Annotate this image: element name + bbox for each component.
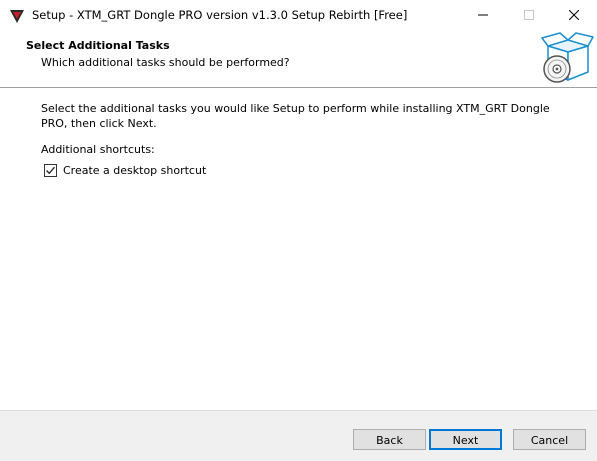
cancel-button[interactable]: Cancel bbox=[513, 429, 586, 450]
title-bar[interactable]: Setup - XTM_GRT Dongle PRO version v1.3.… bbox=[0, 0, 597, 30]
maximize-button[interactable] bbox=[506, 0, 552, 30]
checkbox-label[interactable]: Create a desktop shortcut bbox=[63, 164, 206, 177]
close-button[interactable] bbox=[551, 0, 597, 30]
wizard-content: Select the additional tasks you would li… bbox=[0, 89, 597, 410]
checkbox-box[interactable] bbox=[44, 164, 57, 177]
wizard-footer: Back Next Cancel bbox=[0, 411, 597, 461]
task-description: Select the additional tasks you would li… bbox=[41, 102, 550, 130]
section-label-shortcuts: Additional shortcuts: bbox=[41, 143, 155, 156]
page-title: Select Additional Tasks bbox=[26, 39, 170, 52]
back-button[interactable]: Back bbox=[353, 429, 426, 450]
close-icon bbox=[569, 10, 579, 20]
minimize-button[interactable] bbox=[460, 0, 506, 30]
setup-window: Setup - XTM_GRT Dongle PRO version v1.3.… bbox=[0, 0, 597, 461]
minimize-icon bbox=[478, 14, 488, 16]
page-subtitle: Which additional tasks should be perform… bbox=[41, 56, 290, 69]
maximize-icon bbox=[524, 10, 534, 20]
app-icon bbox=[10, 10, 24, 23]
window-title: Setup - XTM_GRT Dongle PRO version v1.3.… bbox=[32, 8, 408, 22]
checkmark-icon bbox=[46, 166, 55, 175]
wizard-header: Select Additional Tasks Which additional… bbox=[0, 30, 597, 87]
next-button[interactable]: Next bbox=[429, 429, 502, 450]
setup-box-disc-icon bbox=[541, 32, 594, 83]
